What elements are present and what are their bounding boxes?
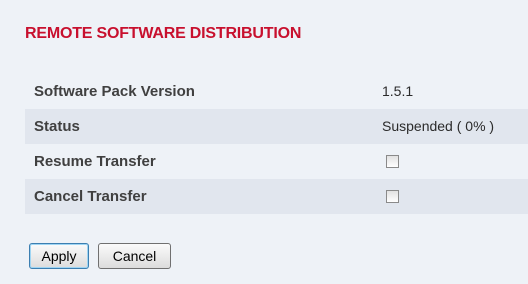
- cancel-transfer-checkbox[interactable]: [386, 190, 399, 203]
- status-value: Suspended ( 0% ): [382, 118, 495, 134]
- row-software-pack-version: Software Pack Version 1.5.1: [25, 74, 528, 109]
- row-resume-transfer: Resume Transfer: [25, 144, 528, 179]
- cancel-button[interactable]: Cancel: [98, 243, 171, 269]
- cancel-transfer-label: Cancel Transfer: [34, 188, 147, 205]
- resume-transfer-label: Resume Transfer: [34, 153, 156, 170]
- status-label: Status: [34, 118, 80, 135]
- settings-panel: REMOTE SOFTWARE DISTRIBUTION Software Pa…: [0, 0, 528, 284]
- resume-transfer-checkbox[interactable]: [386, 155, 399, 168]
- row-status: Status Suspended ( 0% ): [25, 109, 528, 144]
- software-pack-version-value: 1.5.1: [382, 83, 414, 99]
- apply-button[interactable]: Apply: [29, 243, 89, 269]
- row-cancel-transfer: Cancel Transfer: [25, 179, 528, 214]
- section-title: REMOTE SOFTWARE DISTRIBUTION: [25, 25, 302, 42]
- software-pack-version-label: Software Pack Version: [34, 83, 195, 100]
